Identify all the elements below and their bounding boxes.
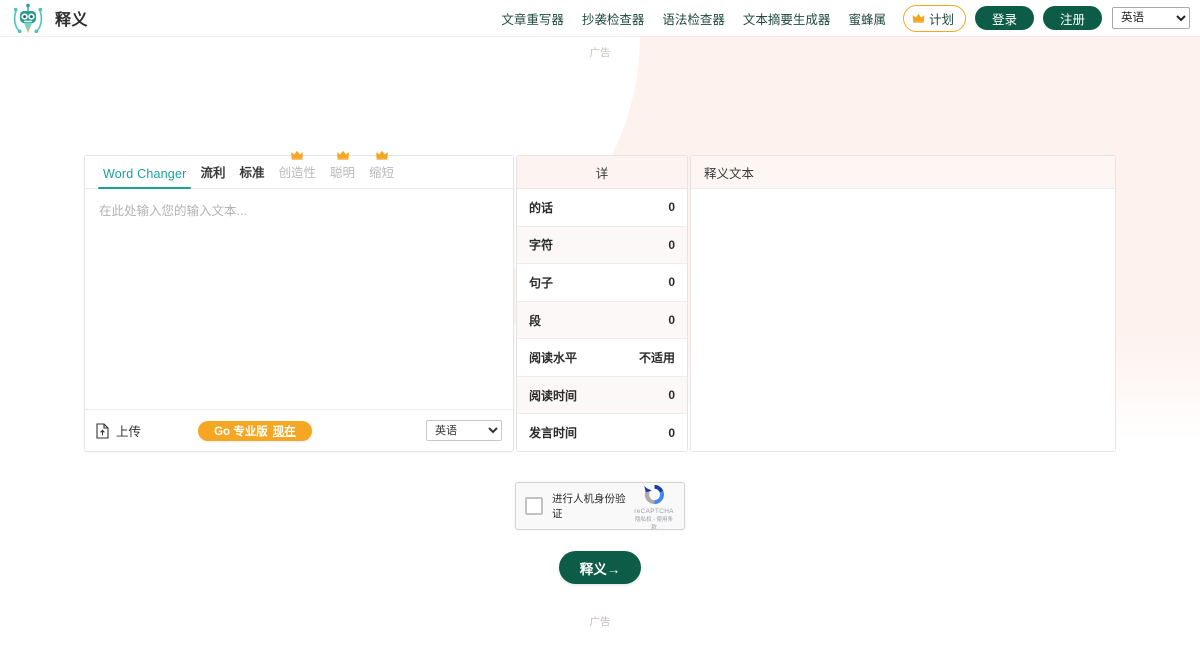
recaptcha-checkbox[interactable] bbox=[525, 497, 543, 515]
tab-smart-label: 聪明 bbox=[330, 166, 355, 180]
ad-label-top: 广告 bbox=[0, 45, 1200, 60]
tab-creative-label: 创造性 bbox=[279, 166, 317, 180]
stat-label: 阅读水平 bbox=[529, 349, 577, 366]
input-panel: Word Changer 流利 标准 创造性 bbox=[84, 155, 514, 452]
upload-button[interactable]: 上传 bbox=[96, 421, 141, 440]
stat-label: 的话 bbox=[529, 199, 553, 216]
tab-shorten[interactable]: 缩短 bbox=[362, 162, 401, 188]
stat-value: 不适用 bbox=[639, 349, 675, 366]
stat-row-paragraphs: 段 0 bbox=[517, 302, 687, 340]
nav-link-bee[interactable]: 蜜蜂属 bbox=[839, 9, 895, 28]
tab-shorten-label: 缩短 bbox=[369, 166, 394, 180]
stat-value: 0 bbox=[668, 238, 675, 252]
go-pro-prefix: Go 专业版 bbox=[214, 423, 268, 439]
stat-value: 0 bbox=[668, 200, 675, 214]
tab-word-changer[interactable]: Word Changer bbox=[96, 167, 193, 188]
tab-fluent-label: 流利 bbox=[200, 166, 225, 180]
page-root: 释义 文章重写器 抄袭检查器 语法检查器 文本摘要生成器 蜜蜂属 计划 登录 注… bbox=[0, 0, 1200, 672]
tab-standard[interactable]: 标准 bbox=[232, 162, 271, 188]
output-text-area[interactable] bbox=[691, 189, 1115, 451]
input-language-select[interactable]: 英语 bbox=[426, 420, 502, 441]
mode-tabs: Word Changer 流利 标准 创造性 bbox=[85, 156, 513, 189]
output-title: 释义文本 bbox=[691, 156, 1115, 189]
go-pro-button[interactable]: Go 专业版 现在 bbox=[198, 421, 312, 441]
stat-label: 段 bbox=[529, 312, 541, 329]
header-language-select[interactable]: 英语 bbox=[1112, 7, 1190, 29]
nav-link-text-summarizer[interactable]: 文本摘要生成器 bbox=[734, 9, 840, 28]
site-header: 释义 文章重写器 抄袭检查器 语法检查器 文本摘要生成器 蜜蜂属 计划 登录 注… bbox=[0, 0, 1200, 37]
output-panel: 释义文本 bbox=[690, 155, 1116, 452]
stat-row-reading-time: 阅读时间 0 bbox=[517, 377, 687, 415]
recaptcha-branding: reCAPTCHA 隐私权 - 使用条款 bbox=[633, 482, 675, 531]
plan-button[interactable]: 计划 bbox=[903, 5, 966, 32]
nav-link-plagiarism-checker[interactable]: 抄袭检查器 bbox=[573, 9, 654, 28]
tab-word-changer-label: Word Changer bbox=[103, 167, 186, 181]
stat-row-reading-level: 阅读水平 不适用 bbox=[517, 339, 687, 377]
ad-label-bottom: 广告 bbox=[0, 614, 1200, 629]
stat-row-characters: 字符 0 bbox=[517, 227, 687, 265]
input-toolbar: 上传 Go 专业版 现在 英语 bbox=[85, 409, 513, 451]
primary-nav: 文章重写器 抄袭检查器 语法检查器 文本摘要生成器 蜜蜂属 计划 登录 注册 英… bbox=[492, 5, 1190, 32]
tab-creative[interactable]: 创造性 bbox=[272, 162, 324, 188]
recaptcha-widget: 进行人机身份验证 reCAPTCHA 隐私权 - 使用条款 bbox=[515, 482, 685, 530]
plan-label: 计划 bbox=[929, 9, 954, 28]
crown-icon bbox=[336, 150, 349, 160]
stat-value: 0 bbox=[668, 388, 675, 402]
stat-value: 0 bbox=[668, 426, 675, 440]
go-pro-emphasis: 现在 bbox=[273, 423, 296, 439]
stat-label: 字符 bbox=[529, 236, 553, 253]
stat-label: 句子 bbox=[529, 274, 553, 291]
document-upload-icon bbox=[96, 423, 109, 439]
recaptcha-logo-icon bbox=[642, 482, 667, 507]
workspace: Word Changer 流利 标准 创造性 bbox=[84, 155, 1116, 452]
stat-row-sentences: 句子 0 bbox=[517, 264, 687, 302]
stats-title: 详 bbox=[517, 156, 687, 189]
stats-panel: 详 的话 0 字符 0 句子 0 段 0 阅读水平 不适用 阅读时间 bbox=[516, 155, 688, 452]
nav-link-article-rewriter[interactable]: 文章重写器 bbox=[492, 9, 573, 28]
tab-smart[interactable]: 聪明 bbox=[323, 162, 362, 188]
brand-name: 释义 bbox=[55, 6, 88, 30]
signup-button[interactable]: 注册 bbox=[1043, 6, 1102, 30]
recaptcha-label: 进行人机身份验证 bbox=[552, 491, 633, 521]
crown-icon bbox=[375, 150, 388, 160]
stat-value: 0 bbox=[668, 313, 675, 327]
stat-label: 发言时间 bbox=[529, 424, 577, 441]
crown-icon bbox=[912, 13, 925, 23]
upload-label: 上传 bbox=[116, 421, 141, 440]
brand[interactable]: 释义 bbox=[12, 2, 88, 35]
login-button[interactable]: 登录 bbox=[975, 6, 1034, 30]
recaptcha-brand-name: reCAPTCHA bbox=[633, 508, 675, 515]
stat-row-words: 的话 0 bbox=[517, 189, 687, 227]
stat-label: 阅读时间 bbox=[529, 387, 577, 404]
recaptcha-fine-print: 隐私权 - 使用条款 bbox=[633, 515, 675, 531]
crown-icon bbox=[291, 150, 304, 160]
robot-mascot-icon bbox=[12, 2, 44, 35]
stat-row-speaking-time: 发言时间 0 bbox=[517, 414, 687, 451]
text-input-area[interactable]: 在此处输入您的输入文本... bbox=[85, 189, 513, 409]
tab-standard-label: 标准 bbox=[239, 166, 264, 180]
tab-fluent[interactable]: 流利 bbox=[193, 162, 232, 188]
paraphrase-button[interactable]: 释义→ bbox=[559, 551, 641, 584]
nav-link-grammar-checker[interactable]: 语法检查器 bbox=[653, 9, 734, 28]
stat-value: 0 bbox=[668, 275, 675, 289]
